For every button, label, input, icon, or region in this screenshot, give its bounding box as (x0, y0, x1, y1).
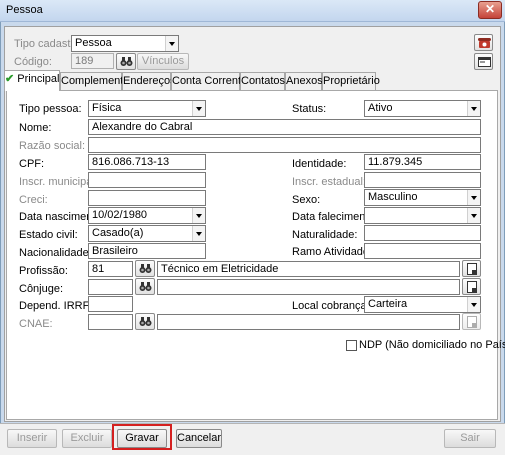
chevron-down-icon (467, 208, 480, 223)
naturalidade-label: Naturalidade: (292, 229, 358, 241)
tab-complementar[interactable]: Complementar (60, 72, 133, 90)
document-icon (467, 316, 477, 328)
identidade-label: Identidade: (292, 158, 347, 170)
search-cnae-button[interactable] (135, 313, 155, 330)
chevron-down-icon (467, 101, 480, 116)
chevron-down-icon (165, 36, 178, 51)
edit-conjuge-button[interactable] (462, 278, 481, 295)
tipo-pessoa-label: Tipo pessoa: (19, 103, 82, 115)
tab-conta-corrente[interactable]: Conta Corrente (171, 72, 247, 90)
search-codigo-button[interactable] (116, 53, 136, 70)
identidade-field[interactable]: 11.879.345 (364, 154, 481, 170)
tab-enderecos[interactable]: Endereços (122, 72, 176, 90)
inserir-button[interactable]: Inserir (7, 429, 57, 448)
depend-irrf-field[interactable] (88, 296, 133, 312)
depend-irrf-label: Depend. IRRF: (19, 300, 93, 312)
codigo-field[interactable]: 189 (71, 53, 114, 69)
binoculars-icon (139, 282, 152, 291)
document-icon (467, 281, 477, 293)
data-falecimento-field[interactable] (364, 207, 481, 224)
binoculars-icon (120, 57, 133, 66)
nacionalidade-field[interactable]: Brasileiro (88, 243, 206, 259)
data-nascimento-field[interactable]: 10/02/1980 (88, 207, 206, 224)
chevron-down-icon (192, 208, 205, 223)
creci-field[interactable] (88, 190, 206, 206)
profissao-code-field[interactable]: 81 (88, 261, 133, 277)
binoculars-icon (139, 317, 152, 326)
tipo-pessoa-select[interactable]: Física (88, 100, 206, 117)
tab-proprietario[interactable]: Proprietário (322, 72, 380, 90)
status-select[interactable]: Ativo (364, 100, 481, 117)
cnae-label: CNAE: (19, 318, 53, 330)
binoculars-icon (139, 264, 152, 273)
excluir-button[interactable]: Excluir (62, 429, 112, 448)
conjuge-label: Cônjuge: (19, 283, 64, 295)
sair-button[interactable]: Sair (444, 429, 496, 448)
nome-field[interactable]: Alexandre do Cabral (88, 119, 481, 135)
local-cobranca-label: Local cobrança: (292, 300, 370, 312)
window-button[interactable] (474, 53, 493, 70)
document-icon (467, 263, 477, 275)
vinculos-button[interactable]: Vínculos (137, 53, 189, 70)
cpf-label: CPF: (19, 158, 45, 170)
conjuge-code-field[interactable] (88, 279, 133, 295)
inscr-municipal-label: Inscr. municipal: (19, 176, 98, 188)
nacionalidade-label: Nacionalidade: (19, 247, 92, 259)
creci-label: Creci: (19, 194, 48, 206)
edit-profissao-button[interactable] (462, 260, 481, 277)
check-icon: ✔ (5, 73, 15, 85)
inscr-estadual-label: Inscr. estadual: (292, 176, 366, 188)
codigo-label: Código: (14, 56, 52, 68)
search-conjuge-button[interactable] (135, 278, 155, 295)
window-title: Pessoa (6, 4, 43, 16)
ndp-checkbox[interactable] (346, 340, 357, 351)
ramo-atividade-field[interactable] (364, 243, 481, 259)
chevron-down-icon (467, 297, 480, 312)
edit-cnae-button[interactable] (462, 313, 481, 330)
estado-civil-label: Estado civil: (19, 229, 78, 241)
razao-social-label: Razão social: (19, 140, 86, 152)
close-icon[interactable]: ✕ (478, 1, 502, 19)
conjuge-description-field[interactable] (157, 279, 460, 295)
chevron-down-icon (192, 226, 205, 241)
tipo-cadastro-select[interactable]: Pessoa (71, 35, 179, 52)
cnae-code-field[interactable] (88, 314, 133, 330)
chevron-down-icon (467, 190, 480, 205)
razao-social-field[interactable] (88, 137, 481, 153)
phone-icon (478, 38, 491, 48)
profissao-label: Profissão: (19, 265, 68, 277)
gravar-highlight (112, 424, 172, 450)
cancelar-button[interactable]: Cancelar (176, 429, 222, 448)
title-bar: Pessoa ✕ (0, 0, 505, 22)
tab-bar: ✔ Principal Complementar Endereços Conta… (4, 70, 499, 91)
local-cobranca-select[interactable]: Carteira (364, 296, 481, 313)
ramo-atividade-label: Ramo Atividade: (292, 246, 373, 258)
sexo-select[interactable]: Masculino (364, 189, 481, 206)
cpf-field[interactable]: 816.086.713-13 (88, 154, 206, 170)
profissao-description-field[interactable]: Técnico em Eletricidade (157, 261, 460, 277)
ndp-label: NDP (Não domiciliado no País) (359, 339, 505, 351)
tab-principal[interactable]: ✔ Principal (4, 70, 60, 91)
search-profissao-button[interactable] (135, 260, 155, 277)
status-label: Status: (292, 103, 327, 115)
tab-contatos[interactable]: Contatos (240, 72, 285, 90)
naturalidade-field[interactable] (364, 225, 481, 241)
sexo-label: Sexo: (292, 194, 321, 206)
inscr-municipal-field[interactable] (88, 172, 206, 188)
phone-button[interactable] (474, 34, 493, 51)
inscr-estadual-field[interactable] (364, 172, 481, 188)
estado-civil-select[interactable]: Casado(a) (88, 225, 206, 242)
tab-anexos[interactable]: Anexos (285, 72, 323, 90)
window-icon (478, 57, 491, 67)
chevron-down-icon (192, 101, 205, 116)
nome-label: Nome: (19, 122, 52, 134)
cnae-description-field[interactable] (157, 314, 460, 330)
